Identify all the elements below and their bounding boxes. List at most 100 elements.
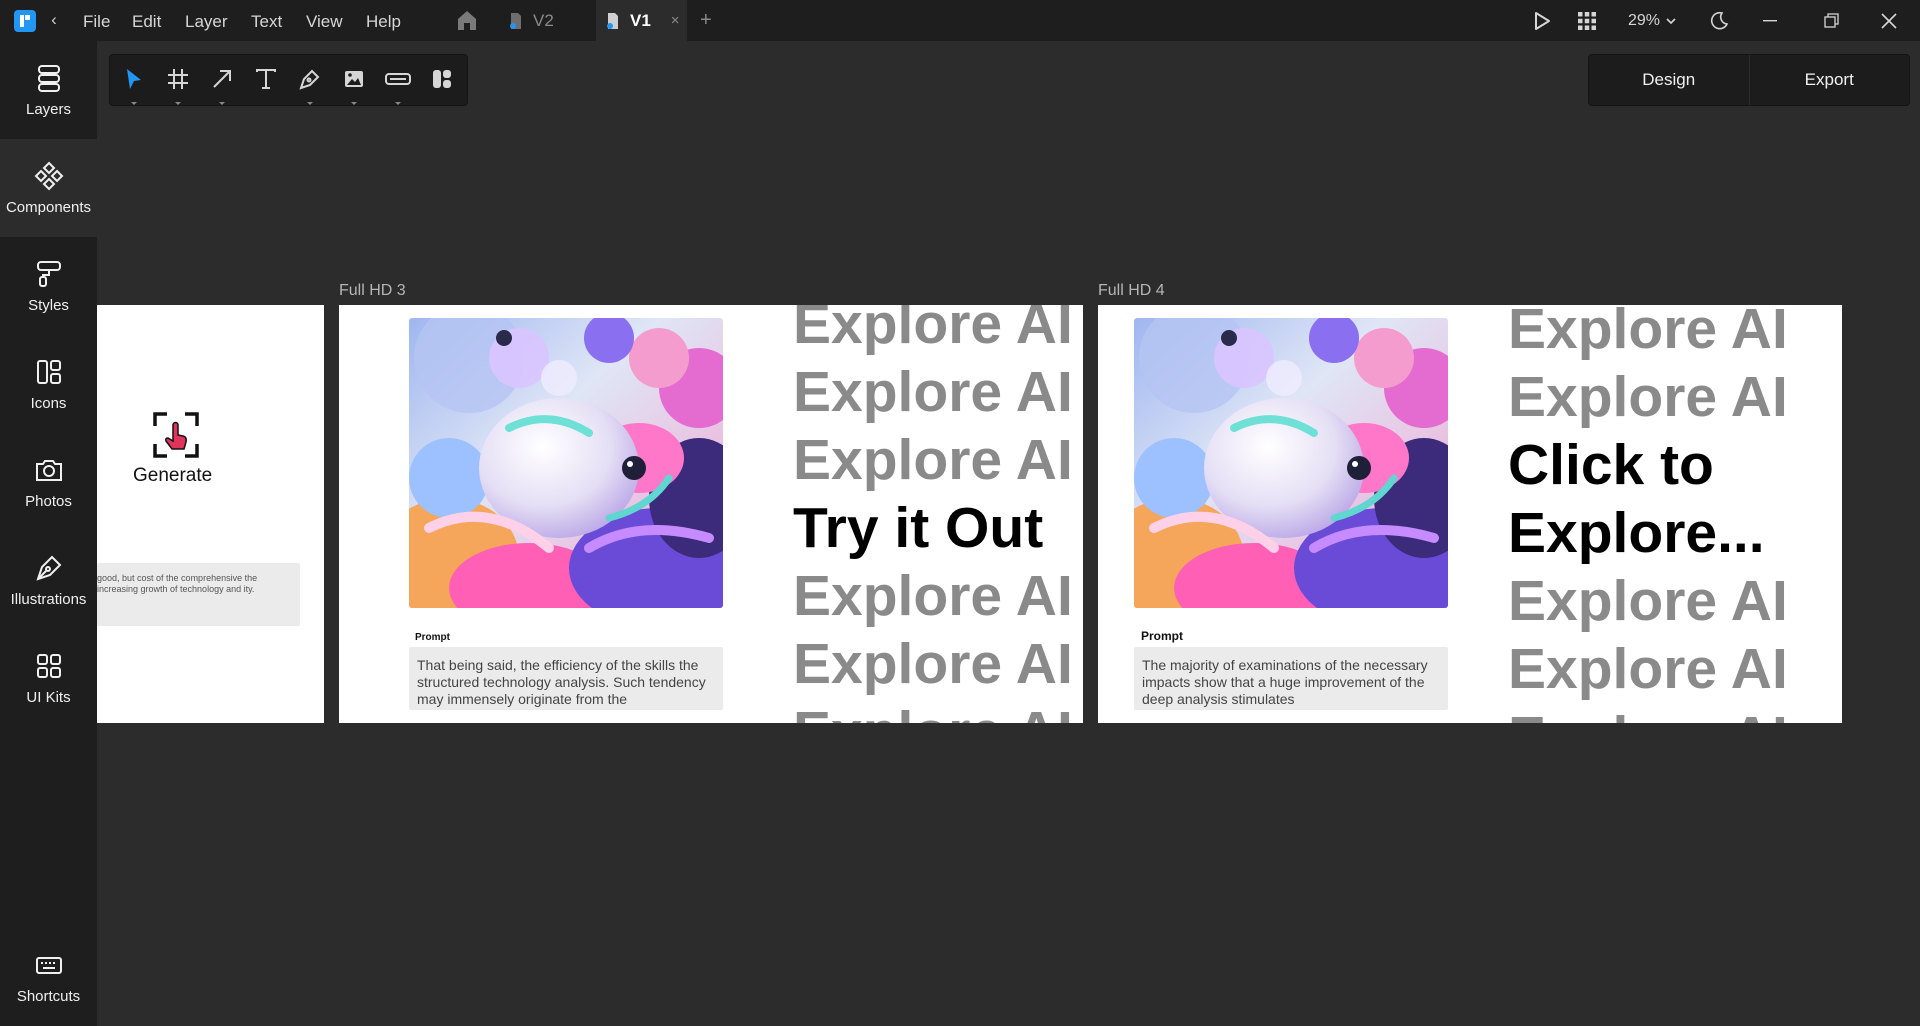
zoom-value: 29% (1628, 11, 1661, 29)
text-tool[interactable] (252, 67, 280, 95)
camera-icon (34, 455, 64, 485)
pen-tool[interactable] (296, 67, 324, 105)
frame-label-full-hd-3[interactable]: Full HD 3 (339, 282, 406, 300)
explore-line: Explore AI (793, 698, 1083, 723)
image-icon (343, 68, 365, 95)
tab-v1[interactable]: V1 × (596, 0, 687, 41)
pen-nib-icon (299, 68, 321, 95)
select-tool[interactable] (120, 67, 148, 105)
file-icon (606, 12, 620, 30)
layers-icon (34, 63, 64, 93)
sidebar-item-illustrations[interactable]: Illustrations (0, 531, 97, 629)
export-button[interactable]: Export (1748, 55, 1910, 105)
menu-edit[interactable]: Edit (132, 11, 161, 33)
sidebar-item-label: Icons (30, 394, 67, 412)
home-icon[interactable] (455, 9, 479, 31)
sidebar-item-layers[interactable]: Layers (0, 41, 97, 139)
ui-kits-grid-icon (34, 651, 64, 681)
apps-grid-icon[interactable] (1577, 0, 1597, 41)
icons-icon (34, 357, 64, 387)
menu-layer[interactable]: Layer (185, 11, 228, 33)
explore-line: Explore AI (793, 632, 1073, 696)
tab-v2-label: V2 (533, 10, 554, 30)
pen-nib-icon (34, 553, 64, 583)
sidebar-item-label: Styles (28, 296, 69, 314)
click-to-line: Click to (1508, 433, 1714, 497)
sidebar-item-label: Photos (25, 492, 72, 510)
tap-focus-icon[interactable] (152, 411, 200, 459)
prompt-box[interactable]: That being said, the efficiency of the s… (409, 647, 723, 710)
tab-v2[interactable]: V2 (509, 0, 554, 41)
explore-text-column: Explore AI Explore AI Click to Explore..… (1508, 305, 1808, 723)
close-window-icon[interactable] (1881, 0, 1897, 41)
dark-mode-moon-icon[interactable] (1709, 0, 1729, 41)
sidebar-item-label: Shortcuts (16, 987, 81, 1005)
sidebar-item-ui-kits[interactable]: UI Kits (0, 629, 97, 727)
arrow-tool[interactable] (208, 67, 236, 105)
frame-partial-left[interactable]: Generate good, but cost of the comprehen… (97, 305, 324, 723)
frame-full-hd-3[interactable]: Prompt That being said, the efficiency o… (339, 305, 1083, 723)
frame-full-hd-4[interactable]: Prompt The majority of examinations of t… (1098, 305, 1842, 723)
explore-line: Explore AI (793, 305, 1073, 356)
sidebar-item-label: Illustrations (10, 590, 87, 608)
add-tab-icon[interactable]: + (700, 9, 712, 31)
play-icon[interactable] (1533, 0, 1551, 41)
frame-hash-icon (167, 68, 189, 95)
sidebar-item-label: Components (5, 198, 92, 216)
paint-roller-icon (34, 259, 64, 289)
menu-view[interactable]: View (306, 11, 343, 33)
button-element-tool[interactable] (384, 67, 412, 105)
prompt-box[interactable]: The majority of examinations of the nece… (1134, 647, 1448, 710)
sidebar-item-icons[interactable]: Icons (0, 335, 97, 433)
sidebar-item-label: UI Kits (26, 688, 71, 706)
explore-line: Explore AI (1508, 637, 1788, 701)
explore-line: Explore AI (793, 428, 1073, 492)
components-icon (34, 161, 64, 191)
mode-switch: Design Export (1588, 54, 1910, 106)
sidebar-item-label: Layers (25, 100, 72, 118)
ai-art-image[interactable] (409, 318, 723, 608)
explore-line: Explore AI (793, 564, 1073, 628)
explore-line: Explore AI (1508, 365, 1788, 429)
generate-label: Generate (133, 465, 213, 486)
chevron-down-icon (1666, 17, 1676, 24)
sidebar-item-photos[interactable]: Photos (0, 433, 97, 531)
explore-line: Explore AI (793, 360, 1073, 424)
tools-toolbar (109, 54, 468, 106)
frame-tool[interactable] (164, 67, 192, 105)
explore-line: Explore AI (1508, 703, 1808, 723)
tab-close-icon[interactable]: × (671, 12, 680, 29)
button-shape-icon (385, 68, 411, 95)
frame-label-full-hd-4[interactable]: Full HD 4 (1098, 282, 1165, 300)
app-logo-icon[interactable] (14, 10, 36, 32)
explore-text-column: Explore AI Explore AI Explore AI Try it … (793, 305, 1083, 723)
prompt-label: Prompt (1141, 629, 1183, 643)
explore-line: Explore AI (1508, 305, 1788, 361)
zoom-dropdown[interactable]: 29% (1628, 0, 1676, 41)
back-chevron-icon[interactable]: ‹ (44, 9, 64, 31)
minimize-icon[interactable] (1763, 0, 1777, 41)
cursor-arrow-icon (124, 68, 144, 95)
arrow-line-icon (211, 68, 233, 95)
design-button[interactable]: Design (1589, 55, 1749, 105)
component-tool[interactable] (428, 67, 456, 95)
restore-icon[interactable] (1824, 0, 1839, 41)
sidebar-item-components[interactable]: Components (0, 139, 97, 237)
keyboard-icon (34, 950, 64, 980)
component-blocks-icon (431, 68, 453, 95)
prompt-label: Prompt (415, 632, 450, 643)
explore-ellipsis-line: Explore... (1508, 501, 1765, 565)
image-tool[interactable] (340, 67, 368, 105)
ai-art-image[interactable] (1134, 318, 1448, 608)
menu-text[interactable]: Text (251, 11, 282, 33)
file-icon (509, 12, 523, 30)
menu-file[interactable]: File (83, 11, 110, 33)
prompt-box: good, but cost of the comprehensive the … (97, 563, 300, 626)
try-it-out-line: Try it Out (793, 496, 1044, 560)
title-bar: ‹ File Edit Layer Text View Help V2 V1 ×… (0, 0, 1920, 41)
tab-v1-label: V1 (630, 10, 651, 30)
text-t-icon (255, 68, 277, 95)
menu-help[interactable]: Help (366, 11, 401, 33)
sidebar-item-shortcuts[interactable]: Shortcuts (0, 928, 97, 1026)
sidebar-item-styles[interactable]: Styles (0, 237, 97, 335)
